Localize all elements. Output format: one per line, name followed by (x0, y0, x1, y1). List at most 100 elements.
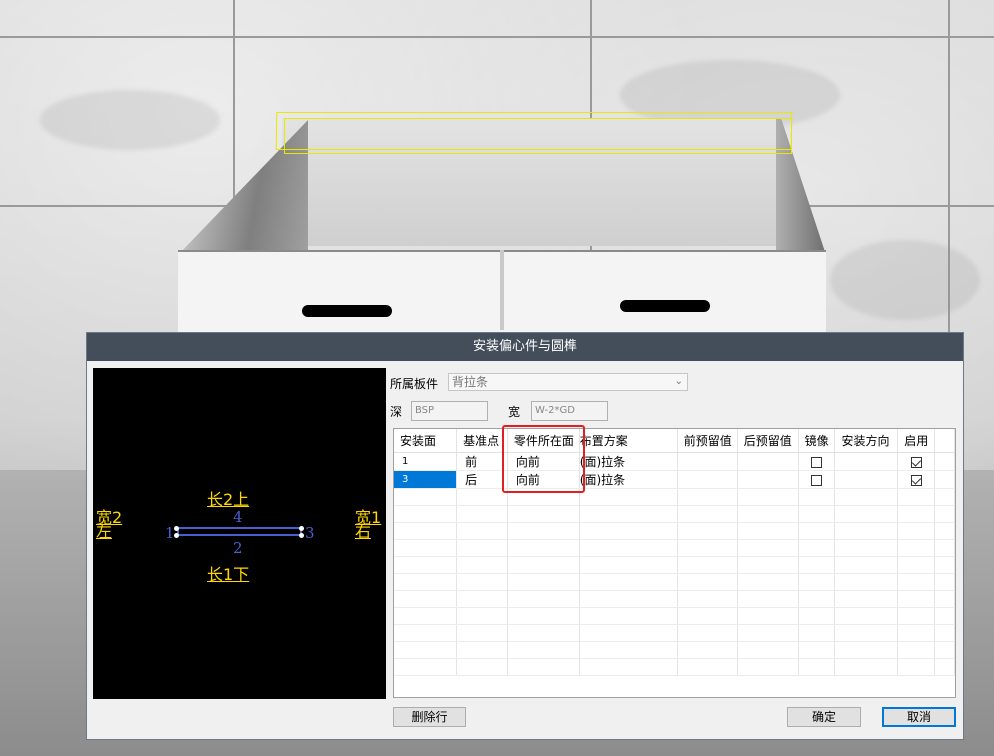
cell-back[interactable] (737, 641, 799, 659)
cell-filler[interactable] (934, 573, 955, 591)
table-row[interactable] (394, 641, 955, 659)
cell-face[interactable] (394, 488, 458, 506)
cell-plan[interactable] (579, 641, 678, 659)
table-row[interactable] (394, 556, 955, 574)
ok-button[interactable]: 确定 (787, 707, 861, 727)
cell-mirror[interactable] (798, 539, 836, 557)
cell-back[interactable] (737, 470, 799, 489)
cell-direction[interactable] (834, 470, 899, 489)
cell-face[interactable] (394, 573, 458, 591)
cell-filler[interactable] (934, 470, 955, 489)
cell-mirror[interactable] (798, 624, 836, 642)
cell-filler[interactable] (934, 488, 955, 506)
cell-direction[interactable] (834, 452, 899, 471)
cell-enabled[interactable] (897, 607, 936, 625)
cell-face[interactable] (394, 522, 458, 540)
cell-base[interactable] (456, 556, 508, 574)
cell-filler[interactable] (934, 607, 955, 625)
cell-side[interactable] (507, 539, 580, 557)
cell-base[interactable] (456, 641, 508, 659)
enabled-checkbox[interactable] (910, 474, 922, 486)
dialog-title[interactable]: 安装偏心件与圆榫 (87, 333, 963, 361)
cell-mirror[interactable] (798, 522, 836, 540)
cell-face[interactable] (394, 590, 458, 608)
cell-mirror[interactable] (798, 590, 836, 608)
cell-face[interactable] (394, 641, 458, 659)
col-header[interactable]: 布置方案 (579, 429, 678, 453)
cell-face[interactable] (394, 658, 458, 676)
cell-side[interactable] (507, 658, 580, 676)
cell-filler[interactable] (934, 641, 955, 659)
cell-base[interactable] (456, 658, 508, 676)
cell-direction[interactable] (834, 641, 899, 659)
cell-side[interactable] (507, 624, 580, 642)
cell-back[interactable] (737, 658, 799, 676)
cell-face[interactable] (394, 556, 458, 574)
cell-front[interactable] (677, 607, 738, 625)
col-header[interactable]: 安装方向 (834, 429, 899, 453)
table-row[interactable] (394, 539, 955, 557)
cell-front[interactable] (677, 505, 738, 523)
cell-filler[interactable] (934, 658, 955, 676)
cell-side[interactable] (507, 505, 580, 523)
table-row[interactable]: 1 前向前 (面)拉条 (394, 452, 955, 471)
cell-face[interactable]: 1 (394, 452, 458, 471)
cell-mirror[interactable] (798, 641, 836, 659)
cell-face[interactable] (394, 624, 458, 642)
cell-filler[interactable] (934, 539, 955, 557)
cell-direction[interactable] (834, 624, 899, 642)
cell-enabled[interactable] (897, 556, 936, 574)
cell-direction[interactable] (834, 539, 899, 557)
table-row[interactable] (394, 590, 955, 608)
mirror-checkbox[interactable] (811, 474, 822, 486)
col-header[interactable]: 镜像 (798, 429, 836, 453)
cell-side[interactable] (507, 573, 580, 591)
cell-base[interactable]: 前 (456, 452, 508, 471)
cell-front[interactable] (677, 624, 738, 642)
cell-filler[interactable] (934, 522, 955, 540)
col-header[interactable]: 安装面 (394, 429, 458, 453)
cell-plan[interactable] (579, 522, 678, 540)
cell-mirror[interactable] (798, 470, 836, 489)
cell-back[interactable] (737, 452, 799, 471)
cell-plan[interactable] (579, 624, 678, 642)
cell-back[interactable] (737, 607, 799, 625)
cell-front[interactable] (677, 452, 738, 471)
cell-face[interactable] (394, 505, 458, 523)
table-row[interactable] (394, 624, 955, 642)
cell-plan[interactable] (579, 556, 678, 574)
mirror-checkbox[interactable] (811, 456, 822, 468)
cell-mirror[interactable] (798, 658, 836, 676)
cell-base[interactable] (456, 539, 508, 557)
cell-enabled[interactable] (897, 658, 936, 676)
cell-enabled[interactable] (897, 505, 936, 523)
table-row[interactable] (394, 573, 955, 591)
cell-direction[interactable] (834, 488, 899, 506)
cell-back[interactable] (737, 590, 799, 608)
col-header[interactable]: 启用 (897, 429, 936, 453)
cell-plan[interactable] (579, 607, 678, 625)
cell-plan[interactable]: (面)拉条 (579, 452, 678, 471)
install-table[interactable]: 安装面 基准点 零件所在面 布置方案 前预留值 后预留值 镜像 安装方向 启用 … (393, 428, 956, 698)
cell-side[interactable] (507, 590, 580, 608)
cell-filler[interactable] (934, 452, 955, 471)
depth-field[interactable]: BSP (411, 401, 488, 421)
cell-back[interactable] (737, 573, 799, 591)
table-row[interactable] (394, 505, 955, 523)
table-row[interactable] (394, 488, 955, 506)
cell-enabled[interactable] (897, 641, 936, 659)
cell-enabled[interactable] (897, 488, 936, 506)
cell-plan[interactable] (579, 658, 678, 676)
cell-side[interactable] (507, 488, 580, 506)
cell-enabled[interactable] (897, 539, 936, 557)
table-row[interactable] (394, 607, 955, 625)
cell-side[interactable]: 向前 (507, 470, 580, 489)
cell-plan[interactable] (579, 539, 678, 557)
cell-direction[interactable] (834, 573, 899, 591)
cell-base[interactable] (456, 590, 508, 608)
cell-front[interactable] (677, 658, 738, 676)
cell-plan[interactable] (579, 573, 678, 591)
width-field[interactable]: W-2*GD (531, 401, 608, 421)
col-header[interactable]: 零件所在面 (507, 429, 580, 453)
cell-side[interactable] (507, 556, 580, 574)
